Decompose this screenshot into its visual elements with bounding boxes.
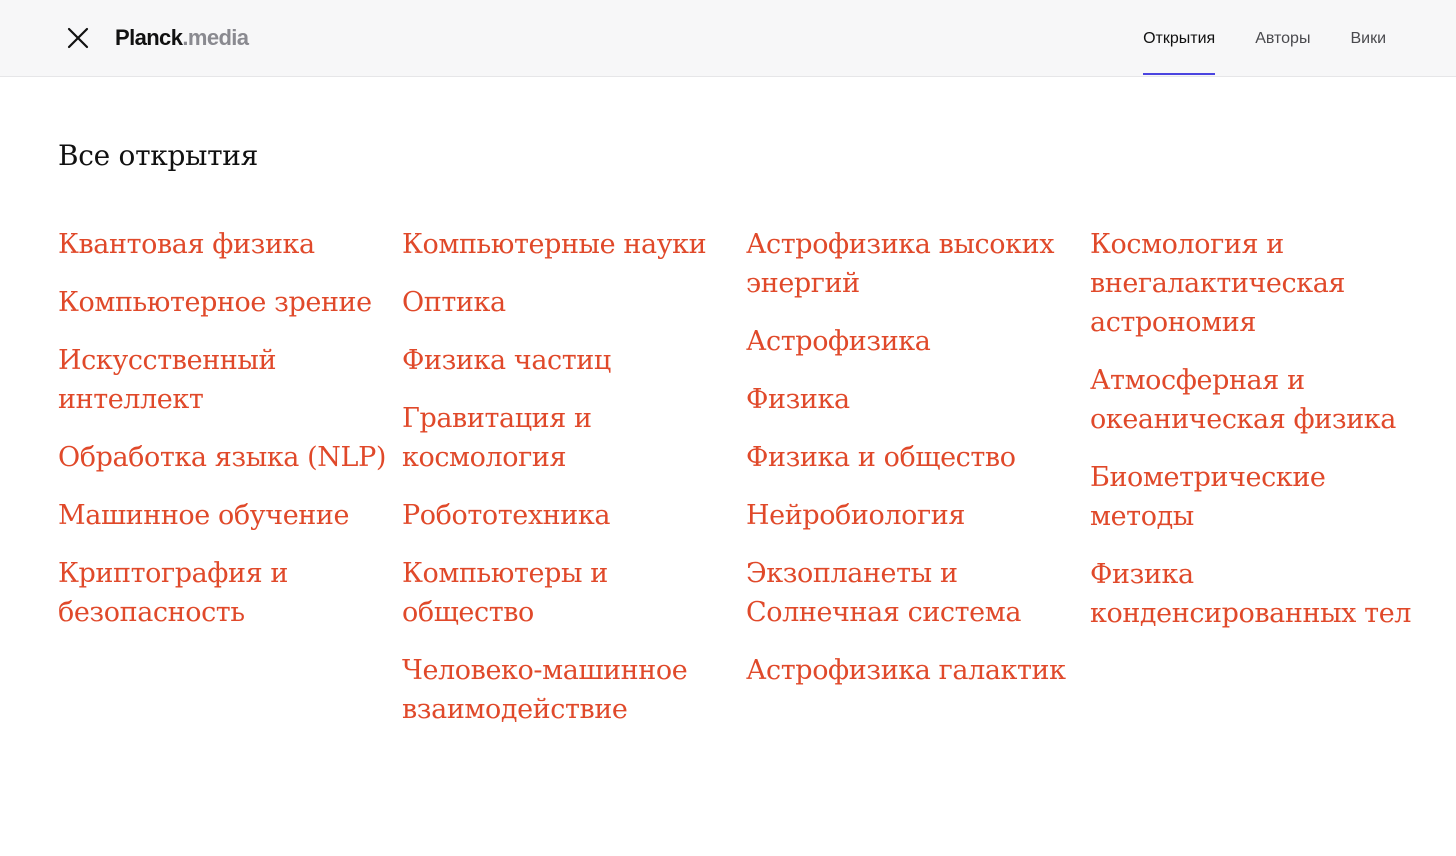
close-button[interactable] [64, 24, 92, 52]
topic-link[interactable]: Машинное обучение [58, 496, 402, 535]
logo-sub: .media [182, 25, 249, 50]
topic-link[interactable]: Компьютерные науки [402, 225, 746, 264]
logo-main: Planck [115, 25, 183, 50]
topic-link[interactable]: Искусственный интеллект [58, 341, 402, 419]
topic-link[interactable]: Физика и общество [746, 438, 1090, 477]
topic-link[interactable]: Астрофизика [746, 322, 1090, 361]
topic-link[interactable]: Нейробиология [746, 496, 1090, 535]
topic-link[interactable]: Биометрические методы [1090, 458, 1434, 536]
topic-link[interactable]: Человеко-машинное взаимодействие [402, 651, 746, 729]
nav-item-discoveries[interactable]: Открытия [1143, 0, 1216, 77]
topic-link[interactable]: Атмосферная и океаническая физика [1090, 361, 1434, 439]
page-title: Все открытия [58, 139, 259, 172]
topic-link[interactable]: Экзопланеты и Солнечная система [746, 554, 1090, 632]
topic-link[interactable]: Оптика [402, 283, 746, 322]
top-header: Planck.media Открытия Авторы Вики [0, 0, 1456, 77]
topic-link[interactable]: Физика [746, 380, 1090, 419]
topics-column-4: Космология и внегалактическая астрономия… [1090, 225, 1434, 748]
topic-link[interactable]: Астрофизика галактик [746, 651, 1090, 690]
topic-link[interactable]: Физика частиц [402, 341, 746, 380]
topic-link[interactable]: Обработка языка (NLP) [58, 438, 402, 477]
topic-link[interactable]: Физика конденсированных тел [1090, 555, 1434, 633]
topic-link[interactable]: Гравитация и космология [402, 399, 746, 477]
nav-item-authors[interactable]: Авторы [1255, 0, 1310, 77]
topics-column-1: Квантовая физика Компьютерное зрение Иск… [58, 225, 402, 748]
topic-link[interactable]: Компьютеры и общество [402, 554, 746, 632]
main-nav: Открытия Авторы Вики [1103, 0, 1386, 77]
topic-link[interactable]: Квантовая физика [58, 225, 402, 264]
close-icon [67, 27, 89, 49]
topic-link[interactable]: Космология и внегалактическая астрономия [1090, 225, 1434, 342]
topics-grid: Квантовая физика Компьютерное зрение Иск… [58, 225, 1438, 748]
topic-link[interactable]: Робототехника [402, 496, 746, 535]
topic-link[interactable]: Астрофизика высоких энергий [746, 225, 1090, 303]
nav-item-wiki[interactable]: Вики [1350, 0, 1386, 77]
topics-column-3: Астрофизика высоких энергий Астрофизика … [746, 225, 1090, 748]
topic-link[interactable]: Компьютерное зрение [58, 283, 402, 322]
topic-link[interactable]: Криптография и безопасность [58, 554, 402, 632]
logo[interactable]: Planck.media [115, 24, 249, 52]
topics-column-2: Компьютерные науки Оптика Физика частиц … [402, 225, 746, 748]
